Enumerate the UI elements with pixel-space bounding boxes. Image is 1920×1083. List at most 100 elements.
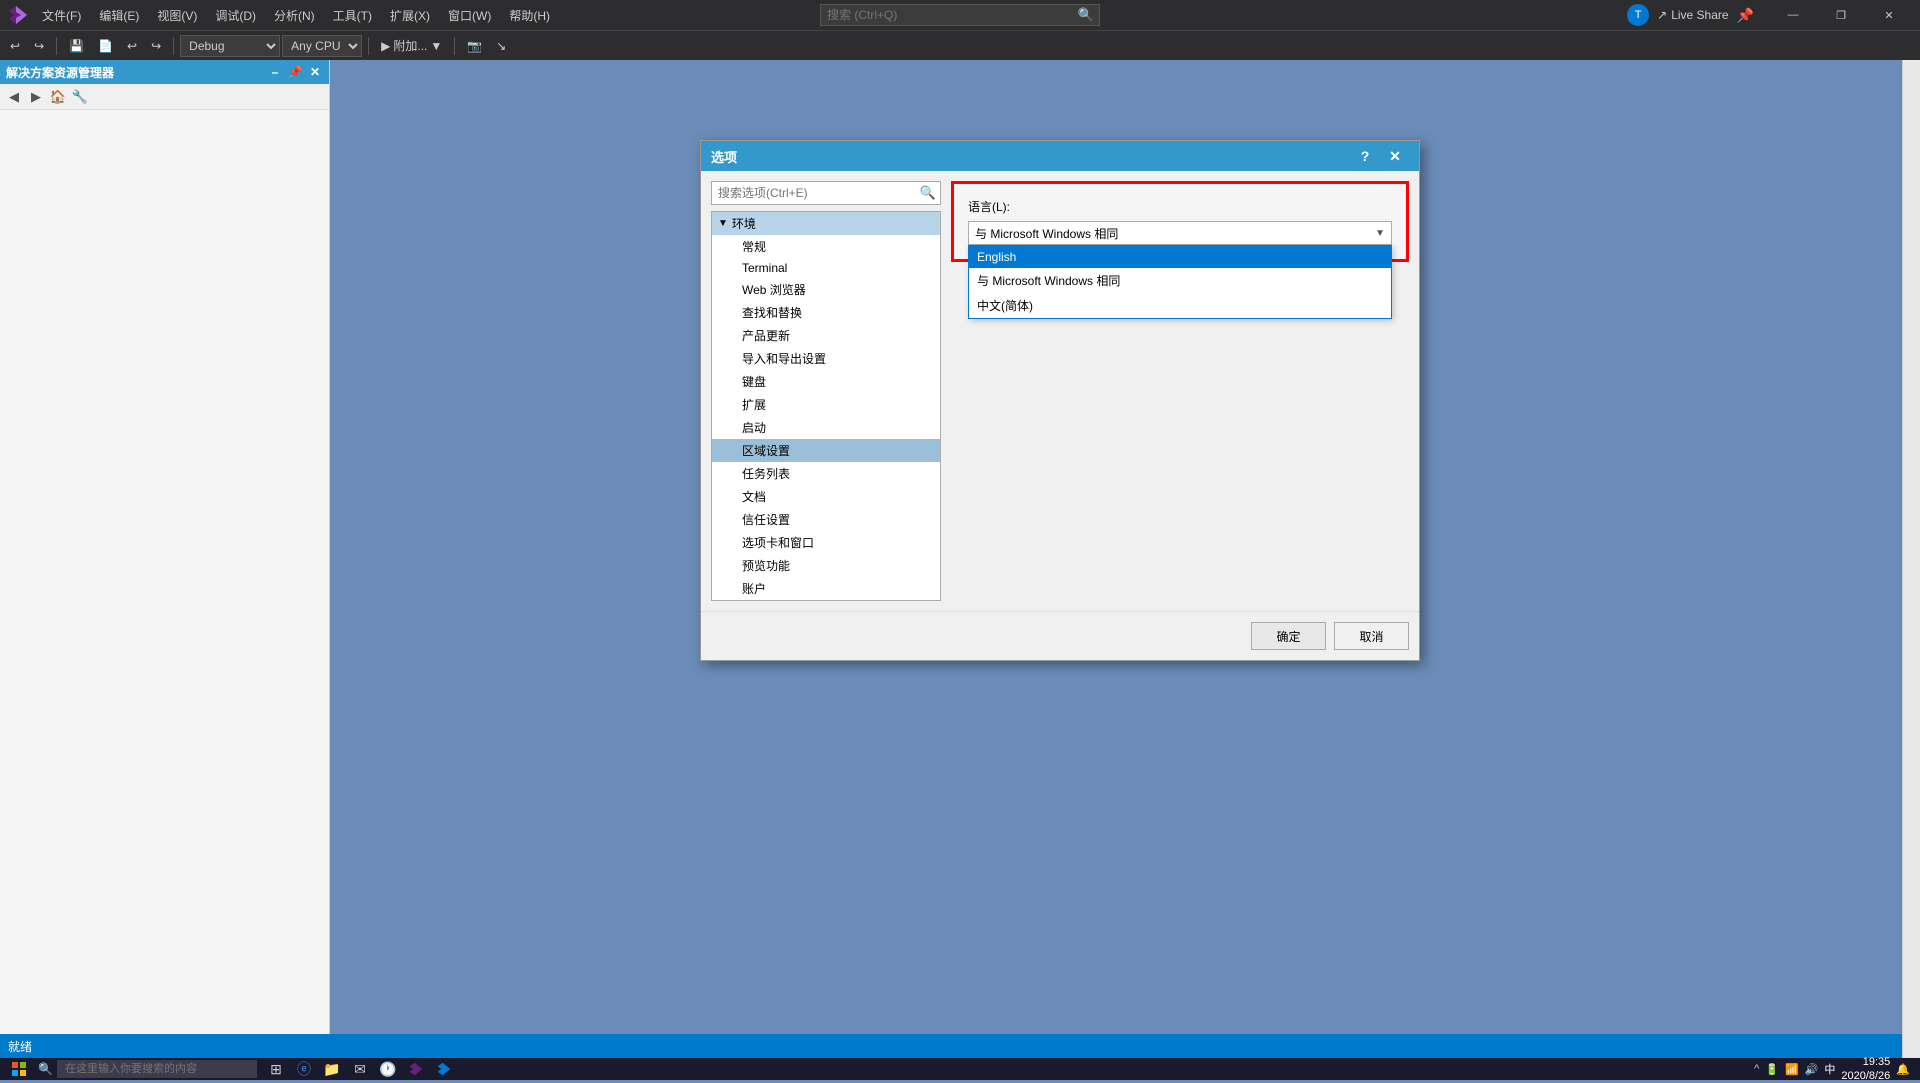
options-right-panel: 语言(L): 与 Microsoft Windows 相同 ▼ English … [941,181,1409,601]
tree-item-6[interactable]: 键盘 [712,370,940,393]
dialog-controls: ? ✕ [1351,142,1409,170]
se-tb-settings[interactable]: 🔧 [70,87,90,107]
tree-item-7[interactable]: 扩展 [712,393,940,416]
toolbar-redo2[interactable]: ↪ [145,34,167,58]
menu-tools[interactable]: 工具(T) [325,3,380,28]
tree-arrow-icon: ▼ [718,218,728,229]
options-left-panel: 🔍 ▼ 环境 常规 Terminal Web 浏览器 查找和替换 产品更新 导入… [711,181,941,601]
ok-button[interactable]: 确定 [1251,622,1326,650]
attach-camera-btn[interactable]: 📷 [461,34,488,58]
tree-item-10[interactable]: 任务列表 [712,462,940,485]
taskbar-clock-display[interactable]: 19:35 2020/8/26 [1841,1055,1890,1083]
minimize-button[interactable]: — [1770,0,1816,30]
lang-option-2[interactable]: 中文(简体) [969,293,1391,318]
se-title-bar: 解决方案资源管理器 – 📌 ✕ [0,60,329,84]
options-search-box: 🔍 [711,181,941,205]
menu-view[interactable]: 视图(V) [149,3,205,28]
se-tb-forward[interactable]: ▶ [26,87,46,107]
options-tree: ▼ 环境 常规 Terminal Web 浏览器 查找和替换 产品更新 导入和导… [711,211,941,601]
global-search-input[interactable] [821,8,1073,22]
window-controls: — ❐ ✕ [1770,0,1912,30]
taskbar-vs-icon[interactable] [405,1058,427,1080]
live-share-label: Live Share [1671,8,1728,22]
se-pin-btn[interactable]: – [267,64,283,80]
tree-item-12[interactable]: 信任设置 [712,508,940,531]
toolbar-undo[interactable]: ↩ [4,34,26,58]
taskbar-mail[interactable]: ✉ [349,1058,371,1080]
user-avatar[interactable]: T [1627,4,1649,26]
lang-option-0[interactable]: English [969,246,1391,268]
language-dropdown-list: English 与 Microsoft Windows 相同 中文(简体) [968,245,1392,319]
se-content [0,110,329,1034]
run-button[interactable]: ▶ 附加... ▼ [375,34,448,58]
taskbar-edge[interactable]: ⓔ [293,1058,315,1080]
taskbar-clock[interactable]: 🕐 [377,1058,399,1080]
taskbar-explorer[interactable]: 📁 [321,1058,343,1080]
menu-analyze[interactable]: 分析(N) [266,3,323,28]
main-area: 解决方案资源管理器 – 📌 ✕ ◀ ▶ 🏠 🔧 选项 ? ✕ [0,60,1920,1034]
menu-file[interactable]: 文件(F) [34,3,89,28]
taskbar-vs2-icon[interactable] [433,1058,455,1080]
tree-item-13[interactable]: 选项卡和窗口 [712,531,940,554]
menu-extensions[interactable]: 扩展(X) [382,3,438,28]
clock-time: 19:35 [1841,1055,1890,1069]
tree-item-3[interactable]: 查找和替换 [712,301,940,324]
tree-item-9[interactable]: 区域设置 [712,439,940,462]
tree-category-environment[interactable]: ▼ 环境 [712,212,940,235]
solution-config-dropdown[interactable]: Debug Release [180,35,280,57]
extra-btn[interactable]: ↘ [490,34,512,58]
tree-item-0[interactable]: 常规 [712,235,940,258]
tree-item-14[interactable]: 预览功能 [712,554,940,577]
taskbar-task-view[interactable]: ⊞ [265,1058,287,1080]
language-selected-value: 与 Microsoft Windows 相同 [975,225,1118,242]
tray-notification-icon[interactable]: 🔔 [1896,1063,1910,1076]
tree-item-5[interactable]: 导入和导出设置 [712,347,940,370]
tree-item-8[interactable]: 启动 [712,416,940,439]
menu-edit[interactable]: 编辑(E) [91,3,147,28]
tray-battery-icon: 🔋 [1765,1063,1779,1076]
tray-expand-icon[interactable]: ^ [1754,1063,1759,1075]
se-tb-back[interactable]: ◀ [4,87,24,107]
language-dropdown-selected[interactable]: 与 Microsoft Windows 相同 ▼ [968,221,1392,245]
right-edge-panel [1902,60,1920,1058]
language-dropdown-wrapper: 与 Microsoft Windows 相同 ▼ English 与 Micro… [968,221,1392,245]
tree-item-11[interactable]: 文档 [712,485,940,508]
title-right-section: T ↗ Live Share 📌 — ❐ ✕ [1627,0,1912,30]
tree-item-15[interactable]: 账户 [712,577,940,600]
menu-help[interactable]: 帮助(H) [501,3,558,28]
dialog-help-btn[interactable]: ? [1351,142,1379,170]
taskbar-search-input[interactable] [57,1060,257,1078]
options-footer: 确定 取消 [701,611,1419,660]
menu-debug[interactable]: 调试(D) [207,3,264,28]
tree-item-4[interactable]: 产品更新 [712,324,940,347]
se-pin2-btn[interactable]: 📌 [287,64,303,80]
lang-option-1[interactable]: 与 Microsoft Windows 相同 [969,268,1391,293]
toolbar-undo2[interactable]: ↩ [121,34,143,58]
pin-icon[interactable]: 📌 [1737,7,1754,24]
solution-platform-dropdown[interactable]: Any CPU x64 [282,35,362,57]
se-tb-home[interactable]: 🏠 [48,87,68,107]
toolbar-redo[interactable]: ↪ [28,34,50,58]
close-button[interactable]: ✕ [1866,0,1912,30]
taskbar-search-icon: 🔍 [38,1062,53,1076]
start-button[interactable] [4,1058,34,1080]
tree-item-2[interactable]: Web 浏览器 [712,278,940,301]
live-share-button[interactable]: ↗ Live Share [1657,8,1728,22]
menu-window[interactable]: 窗口(W) [440,3,499,28]
restore-button[interactable]: ❐ [1818,0,1864,30]
tree-item-16[interactable]: 自动恢复 [712,600,940,601]
options-title-bar: 选项 ? ✕ [701,141,1419,171]
toolbar-save-all[interactable]: 📄 [92,34,119,58]
tray-network-icon: 📶 [1785,1063,1799,1076]
dialog-close-btn[interactable]: ✕ [1381,142,1409,170]
se-toolbar: ◀ ▶ 🏠 🔧 [0,84,329,110]
tree-item-1[interactable]: Terminal [712,258,940,278]
toolbar-save[interactable]: 💾 [63,34,90,58]
app-logo [8,5,28,25]
options-search-input[interactable] [712,186,916,200]
taskbar-icons: ⊞ ⓔ 📁 ✉ 🕐 [265,1058,455,1080]
se-close-btn[interactable]: ✕ [307,64,323,80]
cancel-button[interactable]: 取消 [1334,622,1409,650]
sys-tray: ^ 🔋 📶 🔊 中 19:35 2020/8/26 🔔 [1754,1055,1916,1083]
global-search-icon[interactable]: 🔍 [1073,7,1099,23]
